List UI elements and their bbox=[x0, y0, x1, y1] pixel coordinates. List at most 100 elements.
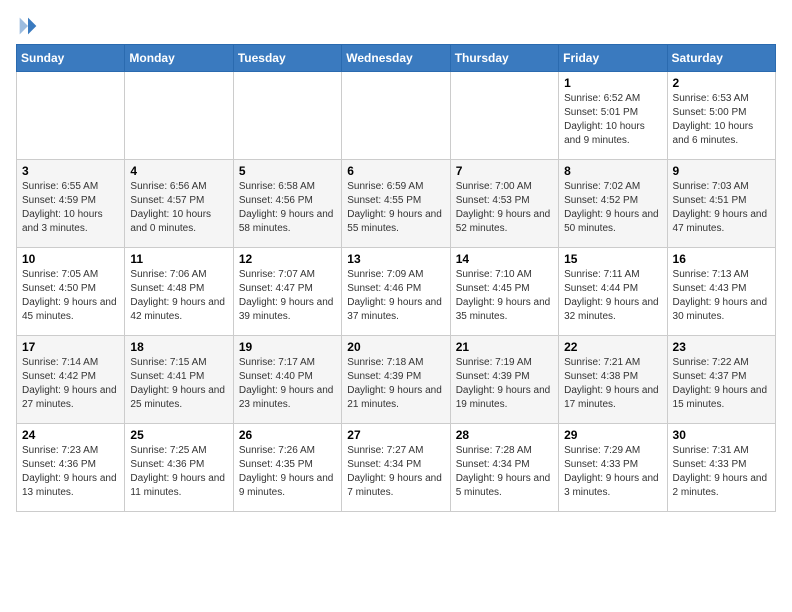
day-info: Sunrise: 6:52 AMSunset: 5:01 PMDaylight:… bbox=[564, 92, 661, 148]
day-cell: 10Sunrise: 7:05 AMSunset: 4:50 PMDayligh… bbox=[17, 248, 125, 336]
day-number: 21 bbox=[456, 340, 553, 354]
day-cell: 30Sunrise: 7:31 AMSunset: 4:33 PMDayligh… bbox=[667, 424, 775, 512]
day-header-tuesday: Tuesday bbox=[233, 45, 341, 72]
day-cell: 12 Sunrise: 7:07 AMSunset: 4:47 PMDayligh… bbox=[233, 248, 341, 336]
day-cell: 27Sunrise: 7:27 AMSunset: 4:34 PMDayligh… bbox=[342, 424, 450, 512]
day-info: Sunrise: 6:53 AMSunset: 5:00 PMDaylight:… bbox=[673, 92, 770, 148]
day-number: 13 bbox=[347, 252, 444, 266]
week-row-3: 10Sunrise: 7:05 AMSunset: 4:50 PMDayligh… bbox=[17, 248, 776, 336]
calendar-table: SundayMondayTuesdayWednesdayThursdayFrid… bbox=[16, 44, 776, 512]
day-number: 1 bbox=[564, 76, 661, 90]
day-header-monday: Monday bbox=[125, 45, 233, 72]
days-of-week-row: SundayMondayTuesdayWednesdayThursdayFrid… bbox=[17, 45, 776, 72]
day-info: Sunrise: 7:17 AMSunset: 4:40 PMDaylight:… bbox=[239, 356, 336, 412]
day-number: 11 bbox=[130, 252, 227, 266]
day-number: 15 bbox=[564, 252, 661, 266]
day-cell: 22 Sunrise: 7:21 AMSunset: 4:38 PMDayligh… bbox=[559, 336, 667, 424]
day-info: Sunrise: 7:18 AMSunset: 4:39 PMDaylight:… bbox=[347, 356, 444, 412]
day-header-thursday: Thursday bbox=[450, 45, 558, 72]
logo bbox=[16, 16, 42, 36]
day-cell: 15 Sunrise: 7:11 AMSunset: 4:44 PMDayligh… bbox=[559, 248, 667, 336]
day-number: 23 bbox=[673, 340, 770, 354]
day-number: 4 bbox=[130, 164, 227, 178]
day-cell: 5 Sunrise: 6:58 AMSunset: 4:56 PMDaylight… bbox=[233, 160, 341, 248]
day-info: Sunrise: 7:02 AMSunset: 4:52 PMDaylight:… bbox=[564, 180, 661, 236]
day-number: 26 bbox=[239, 428, 336, 442]
day-info: Sunrise: 6:55 AMSunset: 4:59 PMDaylight:… bbox=[22, 180, 119, 236]
day-info: Sunrise: 7:19 AMSunset: 4:39 PMDaylight:… bbox=[456, 356, 553, 412]
day-number: 17 bbox=[22, 340, 119, 354]
calendar-header: SundayMondayTuesdayWednesdayThursdayFrid… bbox=[17, 45, 776, 72]
day-number: 3 bbox=[22, 164, 119, 178]
day-info: Sunrise: 7:14 AMSunset: 4:42 PMDaylight:… bbox=[22, 356, 119, 412]
day-number: 24 bbox=[22, 428, 119, 442]
day-number: 12 bbox=[239, 252, 336, 266]
day-info: Sunrise: 6:58 AMSunset: 4:56 PMDaylight:… bbox=[239, 180, 336, 236]
day-info: Sunrise: 7:13 AMSunset: 4:43 PMDaylight:… bbox=[673, 268, 770, 324]
day-cell: 16 Sunrise: 7:13 AMSunset: 4:43 PMDayligh… bbox=[667, 248, 775, 336]
day-info: Sunrise: 7:09 AMSunset: 4:46 PMDaylight:… bbox=[347, 268, 444, 324]
day-cell: 13 Sunrise: 7:09 AMSunset: 4:46 PMDayligh… bbox=[342, 248, 450, 336]
day-info: Sunrise: 7:10 AMSunset: 4:45 PMDaylight:… bbox=[456, 268, 553, 324]
day-header-saturday: Saturday bbox=[667, 45, 775, 72]
day-info: Sunrise: 6:56 AMSunset: 4:57 PMDaylight:… bbox=[130, 180, 227, 236]
day-cell: 7 Sunrise: 7:00 AMSunset: 4:53 PMDaylight… bbox=[450, 160, 558, 248]
day-cell: 18 Sunrise: 7:15 AMSunset: 4:41 PMDayligh… bbox=[125, 336, 233, 424]
day-number: 19 bbox=[239, 340, 336, 354]
day-info: Sunrise: 7:25 AMSunset: 4:36 PMDaylight:… bbox=[130, 444, 227, 500]
day-info: Sunrise: 7:26 AMSunset: 4:35 PMDaylight:… bbox=[239, 444, 336, 500]
day-cell: 6 Sunrise: 6:59 AMSunset: 4:55 PMDaylight… bbox=[342, 160, 450, 248]
day-header-friday: Friday bbox=[559, 45, 667, 72]
day-info: Sunrise: 7:29 AMSunset: 4:33 PMDaylight:… bbox=[564, 444, 661, 500]
day-header-sunday: Sunday bbox=[17, 45, 125, 72]
day-number: 20 bbox=[347, 340, 444, 354]
day-cell bbox=[450, 72, 558, 160]
day-info: Sunrise: 7:31 AMSunset: 4:33 PMDaylight:… bbox=[673, 444, 770, 500]
day-cell: 20 Sunrise: 7:18 AMSunset: 4:39 PMDayligh… bbox=[342, 336, 450, 424]
day-cell: 25 Sunrise: 7:25 AMSunset: 4:36 PMDayligh… bbox=[125, 424, 233, 512]
day-cell: 2 Sunrise: 6:53 AMSunset: 5:00 PMDaylight… bbox=[667, 72, 775, 160]
day-info: Sunrise: 7:21 AMSunset: 4:38 PMDaylight:… bbox=[564, 356, 661, 412]
day-cell: 17 Sunrise: 7:14 AMSunset: 4:42 PMDayligh… bbox=[17, 336, 125, 424]
day-cell bbox=[233, 72, 341, 160]
day-number: 29 bbox=[564, 428, 661, 442]
day-info: Sunrise: 7:07 AMSunset: 4:47 PMDaylight:… bbox=[239, 268, 336, 324]
day-number: 27 bbox=[347, 428, 444, 442]
day-number: 22 bbox=[564, 340, 661, 354]
day-cell bbox=[17, 72, 125, 160]
day-cell bbox=[342, 72, 450, 160]
calendar-body: 1 Sunrise: 6:52 AMSunset: 5:01 PMDaylight… bbox=[17, 72, 776, 512]
day-info: Sunrise: 6:59 AMSunset: 4:55 PMDaylight:… bbox=[347, 180, 444, 236]
day-info: Sunrise: 7:23 AMSunset: 4:36 PMDaylight:… bbox=[22, 444, 119, 500]
day-number: 2 bbox=[673, 76, 770, 90]
day-info: Sunrise: 7:22 AMSunset: 4:37 PMDaylight:… bbox=[673, 356, 770, 412]
day-info: Sunrise: 7:00 AMSunset: 4:53 PMDaylight:… bbox=[456, 180, 553, 236]
day-number: 9 bbox=[673, 164, 770, 178]
day-header-wednesday: Wednesday bbox=[342, 45, 450, 72]
day-cell: 14 Sunrise: 7:10 AMSunset: 4:45 PMDayligh… bbox=[450, 248, 558, 336]
day-number: 25 bbox=[130, 428, 227, 442]
day-number: 7 bbox=[456, 164, 553, 178]
day-cell: 28 Sunrise: 7:28 AMSunset: 4:34 PMDayligh… bbox=[450, 424, 558, 512]
day-number: 28 bbox=[456, 428, 553, 442]
day-info: Sunrise: 7:11 AMSunset: 4:44 PMDaylight:… bbox=[564, 268, 661, 324]
day-number: 6 bbox=[347, 164, 444, 178]
day-number: 16 bbox=[673, 252, 770, 266]
week-row-1: 1 Sunrise: 6:52 AMSunset: 5:01 PMDaylight… bbox=[17, 72, 776, 160]
day-number: 8 bbox=[564, 164, 661, 178]
day-info: Sunrise: 7:28 AMSunset: 4:34 PMDaylight:… bbox=[456, 444, 553, 500]
day-number: 18 bbox=[130, 340, 227, 354]
day-info: Sunrise: 7:03 AMSunset: 4:51 PMDaylight:… bbox=[673, 180, 770, 236]
day-cell: 11Sunrise: 7:06 AMSunset: 4:48 PMDayligh… bbox=[125, 248, 233, 336]
week-row-4: 17 Sunrise: 7:14 AMSunset: 4:42 PMDayligh… bbox=[17, 336, 776, 424]
day-number: 5 bbox=[239, 164, 336, 178]
day-number: 14 bbox=[456, 252, 553, 266]
day-info: Sunrise: 7:15 AMSunset: 4:41 PMDaylight:… bbox=[130, 356, 227, 412]
page-header bbox=[16, 16, 776, 36]
day-cell: 3 Sunrise: 6:55 AMSunset: 4:59 PMDaylight… bbox=[17, 160, 125, 248]
day-cell bbox=[125, 72, 233, 160]
day-cell: 4 Sunrise: 6:56 AMSunset: 4:57 PMDaylight… bbox=[125, 160, 233, 248]
day-cell: 24 Sunrise: 7:23 AMSunset: 4:36 PMDayligh… bbox=[17, 424, 125, 512]
day-info: Sunrise: 7:05 AMSunset: 4:50 PMDaylight:… bbox=[22, 268, 119, 324]
day-cell: 19 Sunrise: 7:17 AMSunset: 4:40 PMDayligh… bbox=[233, 336, 341, 424]
